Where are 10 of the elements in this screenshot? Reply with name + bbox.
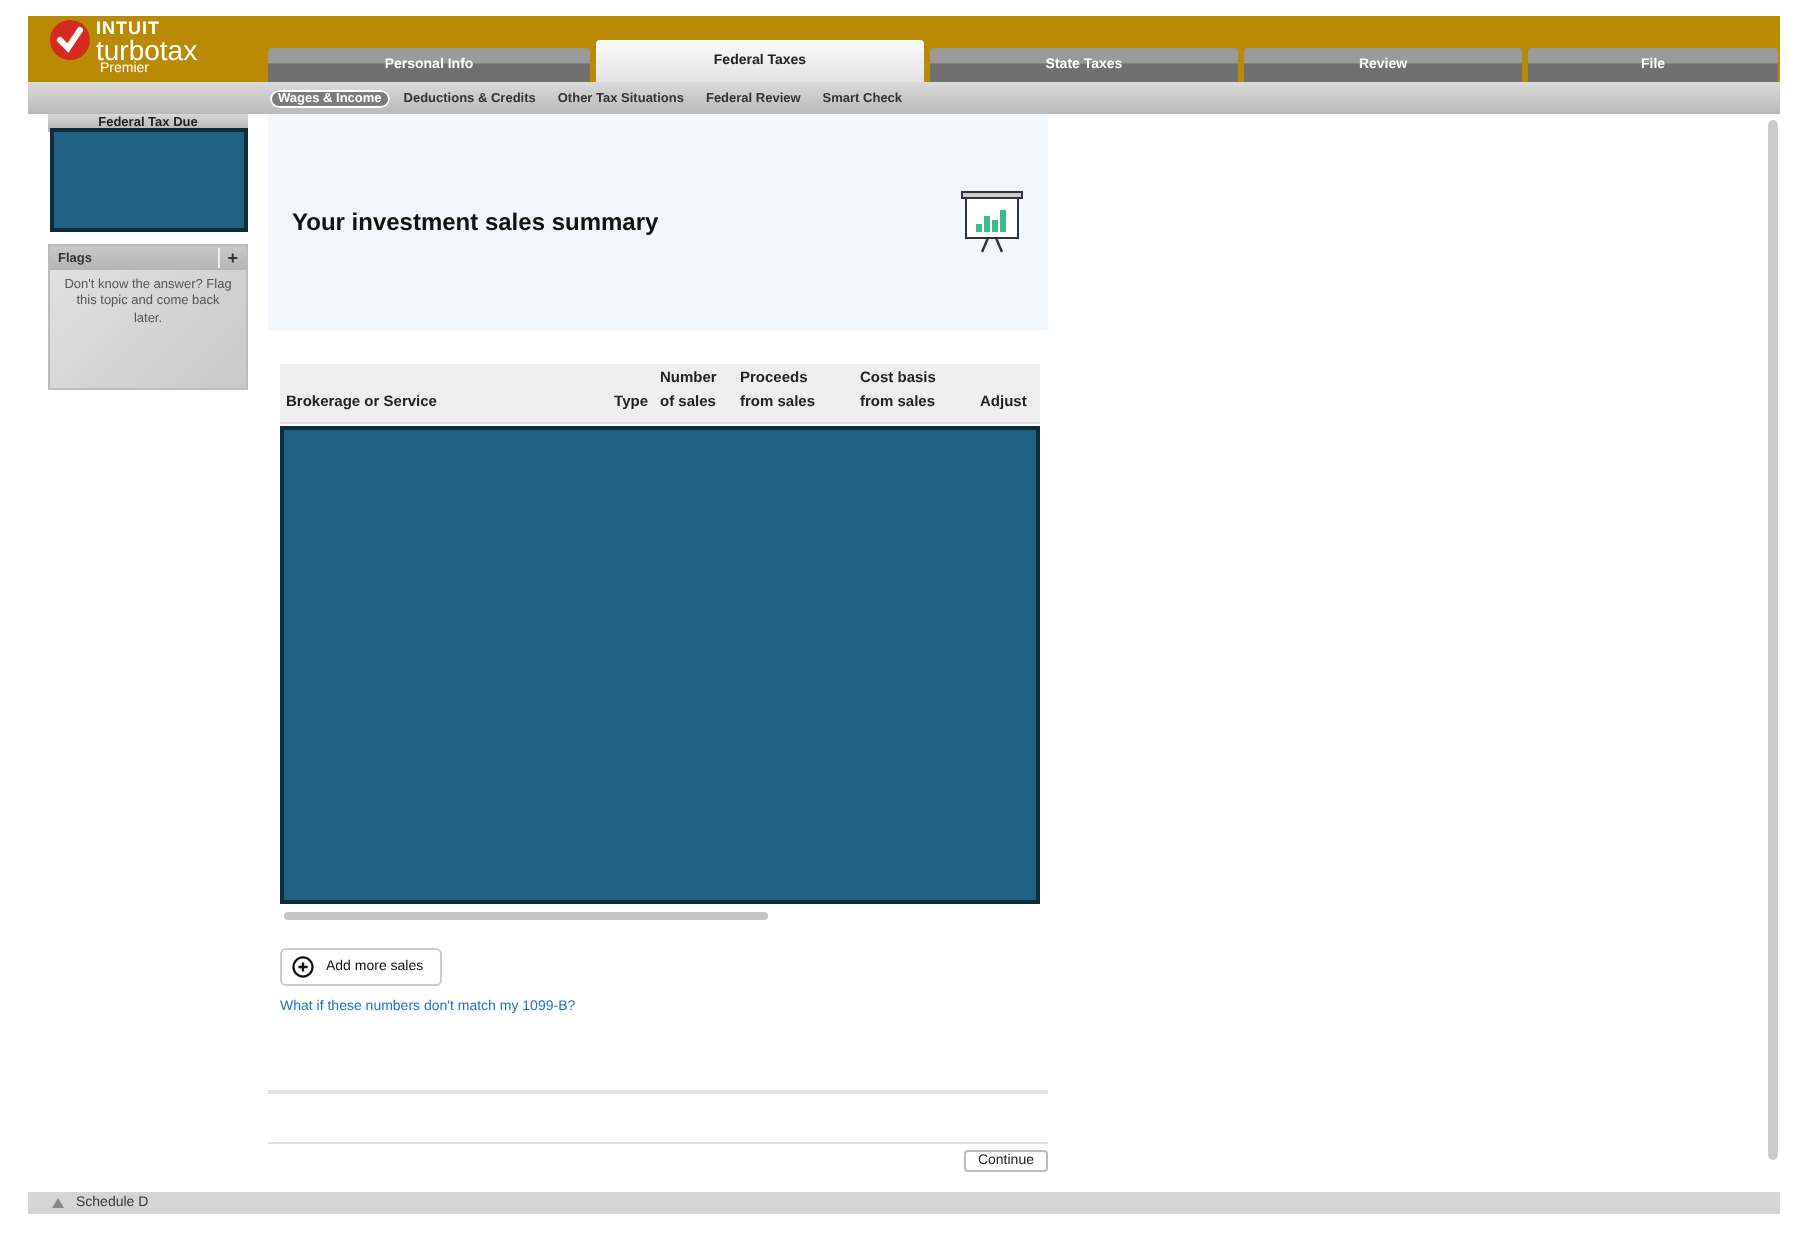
scrollbar[interactable]	[1768, 120, 1778, 1160]
scrollbar[interactable]	[284, 912, 768, 920]
add-flag-button[interactable]: +	[217, 248, 238, 268]
caret-up-icon[interactable]	[52, 1198, 64, 1208]
company-name: INTUIT	[96, 20, 162, 38]
plus-circle-icon	[292, 956, 314, 978]
checkmark-logo-icon	[50, 20, 90, 60]
page-title: Your investment sales summary	[292, 208, 659, 236]
product-name: turbotax	[96, 38, 198, 62]
presentation-chart-icon	[960, 190, 1024, 254]
